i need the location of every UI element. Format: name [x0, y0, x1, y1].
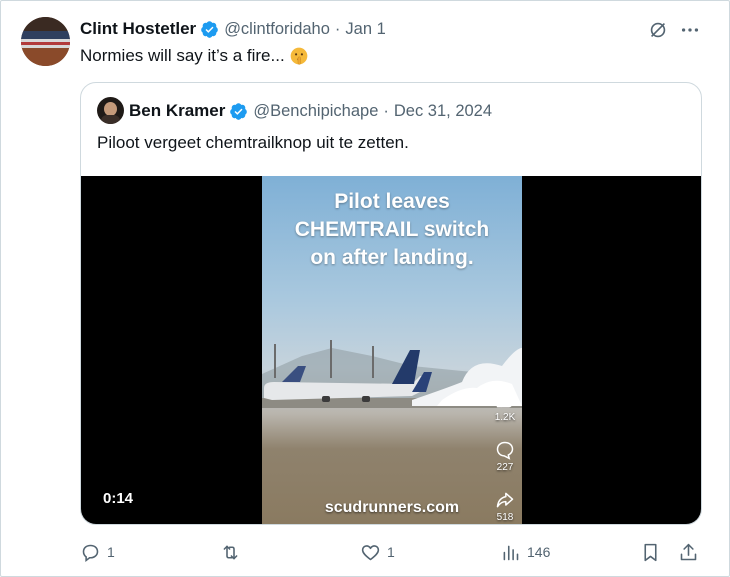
video-frame: Pilot leaves CHEMTRAIL switch on after l…: [262, 176, 522, 524]
share-icon: [680, 543, 697, 560]
overlay-line-3: on after landing.: [310, 246, 474, 269]
author-name[interactable]: Clint Hostetler: [80, 19, 196, 39]
verified-badge-icon: [201, 20, 218, 38]
video-comment-count: 227: [496, 462, 514, 473]
reply-icon: [82, 544, 99, 562]
quote-author-avatar[interactable]: [97, 97, 124, 124]
overlay-line-2: CHEMTRAIL switch: [294, 218, 490, 241]
quote-author-handle[interactable]: @Benchipichape: [253, 102, 378, 121]
reply-count: 1: [107, 544, 115, 560]
views-button[interactable]: 146: [500, 539, 550, 565]
bookmark-button[interactable]: [640, 539, 667, 565]
more-icon[interactable]: [679, 19, 701, 41]
thumbs-up-icon: [496, 391, 513, 408]
video-like-count: 1.2K: [494, 412, 516, 423]
quote-header-separator: ·: [383, 101, 389, 120]
video-player[interactable]: Pilot leaves CHEMTRAIL switch on after l…: [81, 176, 701, 524]
tweet-card[interactable]: Clint Hostetler @clintforidaho · Jan 1 N…: [0, 0, 730, 577]
repost-icon: [223, 545, 238, 559]
like-button[interactable]: 1: [360, 539, 395, 565]
overlay-line-1: Pilot leaves: [334, 190, 450, 213]
verified-badge-icon: [230, 102, 248, 120]
quote-text: Piloot vergeet chemtrailknop uit te zett…: [97, 133, 409, 152]
airplane-scene: [262, 340, 522, 408]
author-handle[interactable]: @clintforidaho: [224, 20, 330, 39]
like-icon: [361, 544, 380, 560]
bookmark-icon: [644, 543, 657, 561]
shushing-face-icon: [290, 47, 308, 65]
header-separator: ·: [334, 19, 341, 38]
quote-author-name[interactable]: Ben Kramer: [129, 101, 225, 121]
reply-button[interactable]: 1: [80, 539, 115, 565]
quoted-tweet[interactable]: Ben Kramer @Benchipichape · Dec 31, 2024…: [80, 82, 702, 525]
repost-button[interactable]: [220, 539, 247, 565]
share-button[interactable]: [678, 539, 705, 565]
video-like-action[interactable]: 1.2K: [490, 390, 520, 423]
comment-bubble-icon: [496, 441, 514, 460]
tweet-header: Clint Hostetler @clintforidaho · Jan 1: [80, 18, 386, 40]
video-overlay-caption: Pilot leaves CHEMTRAIL switch on after l…: [262, 188, 522, 272]
tweet-date[interactable]: Jan 1: [345, 20, 385, 39]
quote-date[interactable]: Dec 31, 2024: [394, 102, 492, 121]
tweet-text-content: Normies will say it’s a fire...: [80, 46, 285, 65]
action-bar: 1 1 146: [80, 539, 702, 565]
views-count: 146: [527, 544, 551, 560]
grok-icon[interactable]: [647, 19, 669, 41]
views-icon: [503, 545, 519, 560]
like-count: 1: [387, 544, 395, 560]
author-avatar[interactable]: [21, 17, 70, 66]
quote-header: Ben Kramer @Benchipichape · Dec 31, 2024: [129, 100, 492, 122]
tweet-text: Normies will say it’s a fire...: [80, 46, 309, 66]
video-timestamp: 0:14: [103, 490, 134, 507]
video-comment-action[interactable]: 227: [490, 440, 520, 473]
video-watermark: scudrunners.com: [324, 499, 460, 516]
